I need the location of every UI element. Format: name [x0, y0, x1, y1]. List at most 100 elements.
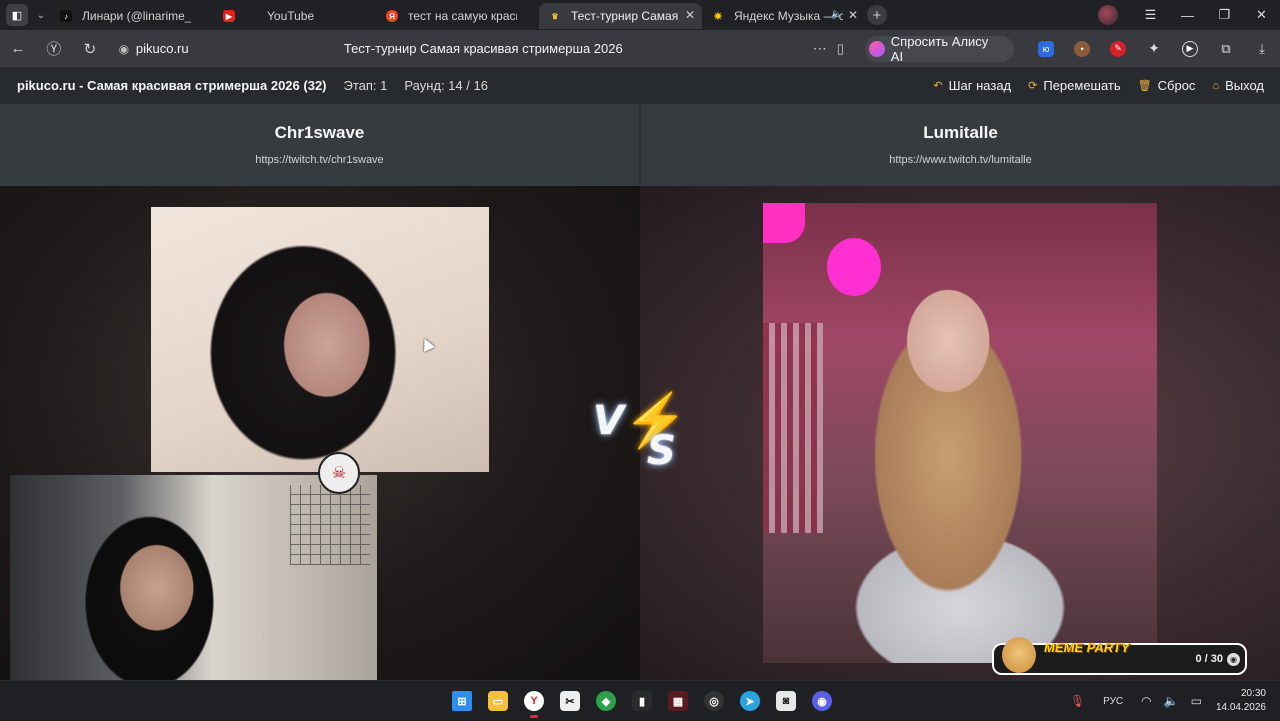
taskbar-game[interactable]: ▦ — [660, 687, 696, 715]
ask-alice-button[interactable]: Спросить Алису AI — [864, 33, 1015, 64]
clock-date: 14.04.2026 — [1215, 702, 1266, 713]
reload-icon[interactable]: ↻ — [72, 40, 108, 58]
contestant-left-choice[interactable] — [0, 186, 640, 680]
yandex-icon: Я — [386, 10, 398, 22]
versus-emblem: V ⚡ S — [593, 390, 688, 474]
download-icon[interactable]: ⤓ — [1254, 41, 1270, 57]
wifi-icon[interactable]: ◠ — [1141, 694, 1151, 708]
trash-icon: 🗑 — [1137, 80, 1152, 92]
versus-letter-s: S — [647, 428, 676, 474]
folder-icon: ▭ — [488, 691, 508, 711]
browser-tab-yandex-music[interactable]: ✷ Яндекс Музыка — собираем музыку 🔈 ✕ — [702, 3, 865, 29]
ask-alice-label: Спросить Алису AI — [890, 33, 989, 64]
more-dots-icon[interactable]: ⋯ — [813, 40, 837, 57]
close-tab-icon[interactable]: ✕ — [848, 8, 858, 22]
meme-party-counter: 0 / 30 — [1195, 653, 1223, 665]
stage-indicator: Этап: 1 — [343, 78, 388, 93]
reset-button[interactable]: 🗑 Сброс — [1138, 78, 1196, 93]
new-tab-button[interactable]: + — [867, 5, 887, 25]
url-page-title[interactable]: Тест-турнир Самая красивая стримерша 202… — [344, 41, 813, 56]
exit-label: Выход — [1225, 78, 1264, 93]
wall-grid-decor — [290, 485, 370, 565]
steam-icon: ◙ — [776, 691, 796, 711]
menu-icon[interactable]: ☰ — [1132, 7, 1169, 23]
battery-icon[interactable]: ▭ — [1191, 694, 1202, 708]
pink-lamp-decor — [763, 203, 805, 243]
profile-avatar[interactable] — [1098, 5, 1118, 25]
microphone-icon[interactable]: 🎙 — [1070, 694, 1085, 708]
translate-extension-icon[interactable]: ю — [1038, 40, 1055, 57]
crown-icon: ♛ — [549, 10, 561, 22]
contestant-left-header[interactable]: Chr1swave https://twitch.tv/chr1swave — [0, 104, 639, 186]
taskbar-explorer[interactable]: ▭ — [480, 687, 516, 715]
browser-tab-tiktok[interactable]: ♪ Линари (@linarime_) | TikTok — [50, 3, 213, 29]
exit-button[interactable]: ⌂ Выход — [1212, 78, 1264, 93]
site-info-icon[interactable]: ◉ — [112, 42, 136, 56]
taskbar-terminal[interactable]: ▮ — [624, 687, 660, 715]
contestant-right-choice[interactable] — [640, 186, 1280, 680]
system-clock[interactable]: 20:30 14.04.2026 — [1216, 687, 1266, 715]
contestant-left-link[interactable]: https://twitch.tv/chr1swave — [0, 154, 639, 166]
doge-icon — [1002, 637, 1036, 673]
sidebar-toggle-icon[interactable]: ◧ — [6, 4, 28, 26]
contestant-right-photo[interactable] — [763, 203, 1157, 663]
minimize-icon[interactable]: — — [1169, 8, 1206, 23]
taskbar-capcut[interactable]: ✂ — [552, 687, 588, 715]
taskbar-telegram[interactable]: ➤ — [732, 687, 768, 715]
media-player-icon[interactable]: ▶ — [1182, 40, 1199, 57]
tab-label: тест на самую красивую стримершу — [408, 9, 517, 23]
yandex-music-icon: ✷ — [713, 10, 723, 23]
puzzle-extensions-icon[interactable]: ✦ — [1146, 40, 1162, 57]
browser-tab-strip: ◧ ⌄ ♪ Линари (@linarime_) | TikTok ▶ You… — [0, 0, 1280, 30]
tab-list-chevron-icon[interactable]: ⌄ — [32, 4, 50, 26]
taskbar-discord[interactable]: ◉ — [804, 687, 840, 715]
yandex-home-icon[interactable]: Ⓨ — [36, 38, 72, 59]
taskbar-steam[interactable]: ◙ — [768, 687, 804, 715]
contestant-right-header[interactable]: Lumitalle https://www.twitch.tv/lumitall… — [641, 104, 1280, 186]
terminal-icon: ▮ — [632, 691, 652, 711]
header-actions: ↶ Шаг назад ⟳ Перемешать 🗑 Сброс ⌂ Выход — [916, 67, 1264, 104]
meme-party-title: MEME PARTY — [1044, 640, 1130, 655]
obs-icon: ◎ — [704, 691, 724, 711]
collections-icon[interactable]: ⧉ — [1218, 41, 1234, 57]
browser-tab-youtube[interactable]: ▶ YouTube — [213, 3, 376, 29]
contestant-right-name: Lumitalle — [923, 123, 998, 142]
speaker-icon[interactable]: 🔈 — [831, 9, 843, 20]
omnibox[interactable]: ◉ pikuco.ru Тест-турнир Самая красивая с… — [112, 35, 861, 63]
bear-extension-icon[interactable]: • — [1074, 40, 1091, 57]
taskbar-yandex-browser[interactable]: Y — [516, 687, 552, 718]
discord-icon: ◉ — [812, 691, 832, 711]
meme-party-widget: MEME PARTY 0 / 30 ◉ — [992, 637, 1247, 675]
restore-icon[interactable]: ❐ — [1206, 7, 1243, 23]
shuffle-button[interactable]: ⟳ Перемешать — [1028, 78, 1121, 93]
shield-icon: ◆ — [596, 691, 616, 711]
language-indicator[interactable]: РУС — [1103, 696, 1123, 707]
bookmark-icon[interactable]: ▯ — [837, 41, 861, 57]
url-host[interactable]: pikuco.ru — [136, 41, 344, 56]
volume-icon[interactable]: 🔈 — [1164, 694, 1179, 708]
close-window-icon[interactable]: ✕ — [1243, 7, 1280, 23]
tab-label: Тест-турнир Самая красивая стримерша — [571, 9, 680, 23]
window-controls: ☰ — ❐ ✕ — [1098, 0, 1280, 30]
gift-icon: ◉ — [1227, 653, 1240, 666]
start-button[interactable]: ⊞ — [444, 687, 480, 715]
tiktok-icon: ♪ — [60, 10, 72, 22]
back-arrow-icon[interactable]: ← — [0, 40, 36, 57]
contestant-right-link[interactable]: https://www.twitch.tv/lumitalle — [641, 154, 1280, 166]
taskbar-vpn[interactable]: ◆ — [588, 687, 624, 715]
streamer-webcam-overlay — [10, 475, 377, 680]
system-tray: 🎙 РУС ◠ 🔈 ▭ 20:30 14.04.2026 — [1058, 681, 1266, 721]
red-extension-icon[interactable]: ✎ — [1110, 40, 1127, 57]
capcut-icon: ✂ — [560, 691, 580, 711]
youtube-icon: ▶ — [223, 10, 235, 22]
taskbar-obs[interactable]: ◎ — [696, 687, 732, 715]
round-indicator: Раунд: 14 / 16 — [404, 78, 488, 93]
browser-tab-yandex-search[interactable]: Я тест на самую красивую стримершу — [376, 3, 539, 29]
home-icon: ⌂ — [1212, 79, 1220, 92]
step-back-button[interactable]: ↶ Шаг назад — [933, 78, 1011, 93]
contestant-left-photo[interactable] — [151, 207, 489, 472]
close-tab-icon[interactable]: ✕ — [685, 8, 695, 22]
browser-tab-pikuco[interactable]: ♛ Тест-турнир Самая красивая стримерша ✕ — [539, 3, 702, 29]
windows-logo-icon: ⊞ — [452, 691, 472, 711]
tab-label: YouTube — [267, 9, 315, 23]
